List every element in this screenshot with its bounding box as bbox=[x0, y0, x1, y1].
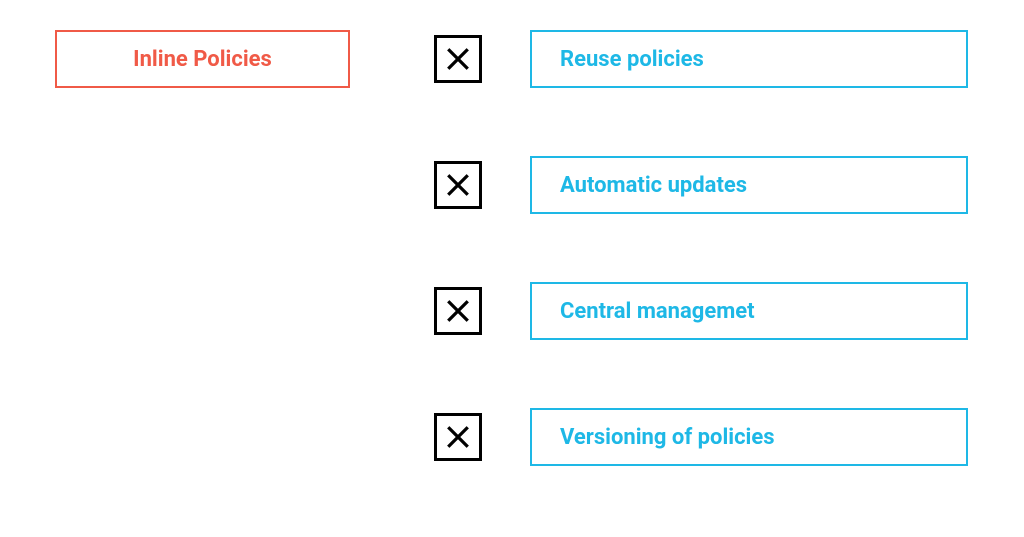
feature-label: Central managemet bbox=[560, 299, 755, 324]
feature-central-management: Central managemet bbox=[530, 282, 968, 340]
x-icon bbox=[445, 172, 471, 198]
inline-policies-label: Inline Policies bbox=[133, 47, 272, 72]
feature-versioning: Versioning of policies bbox=[530, 408, 968, 466]
inline-policies-box: Inline Policies bbox=[55, 30, 350, 88]
x-icon bbox=[445, 298, 471, 324]
x-icon bbox=[445, 46, 471, 72]
feature-row: Reuse policies bbox=[434, 30, 968, 88]
cross-icon bbox=[434, 287, 482, 335]
feature-automatic-updates: Automatic updates bbox=[530, 156, 968, 214]
x-icon bbox=[445, 424, 471, 450]
feature-row: Central managemet bbox=[434, 282, 968, 340]
feature-row: Automatic updates bbox=[434, 156, 968, 214]
cross-icon bbox=[434, 161, 482, 209]
feature-reuse-policies: Reuse policies bbox=[530, 30, 968, 88]
cross-icon bbox=[434, 35, 482, 83]
cross-icon bbox=[434, 413, 482, 461]
feature-label: Reuse policies bbox=[560, 47, 704, 72]
feature-label: Automatic updates bbox=[560, 173, 747, 198]
feature-row: Versioning of policies bbox=[434, 408, 968, 466]
feature-label: Versioning of policies bbox=[560, 425, 775, 450]
